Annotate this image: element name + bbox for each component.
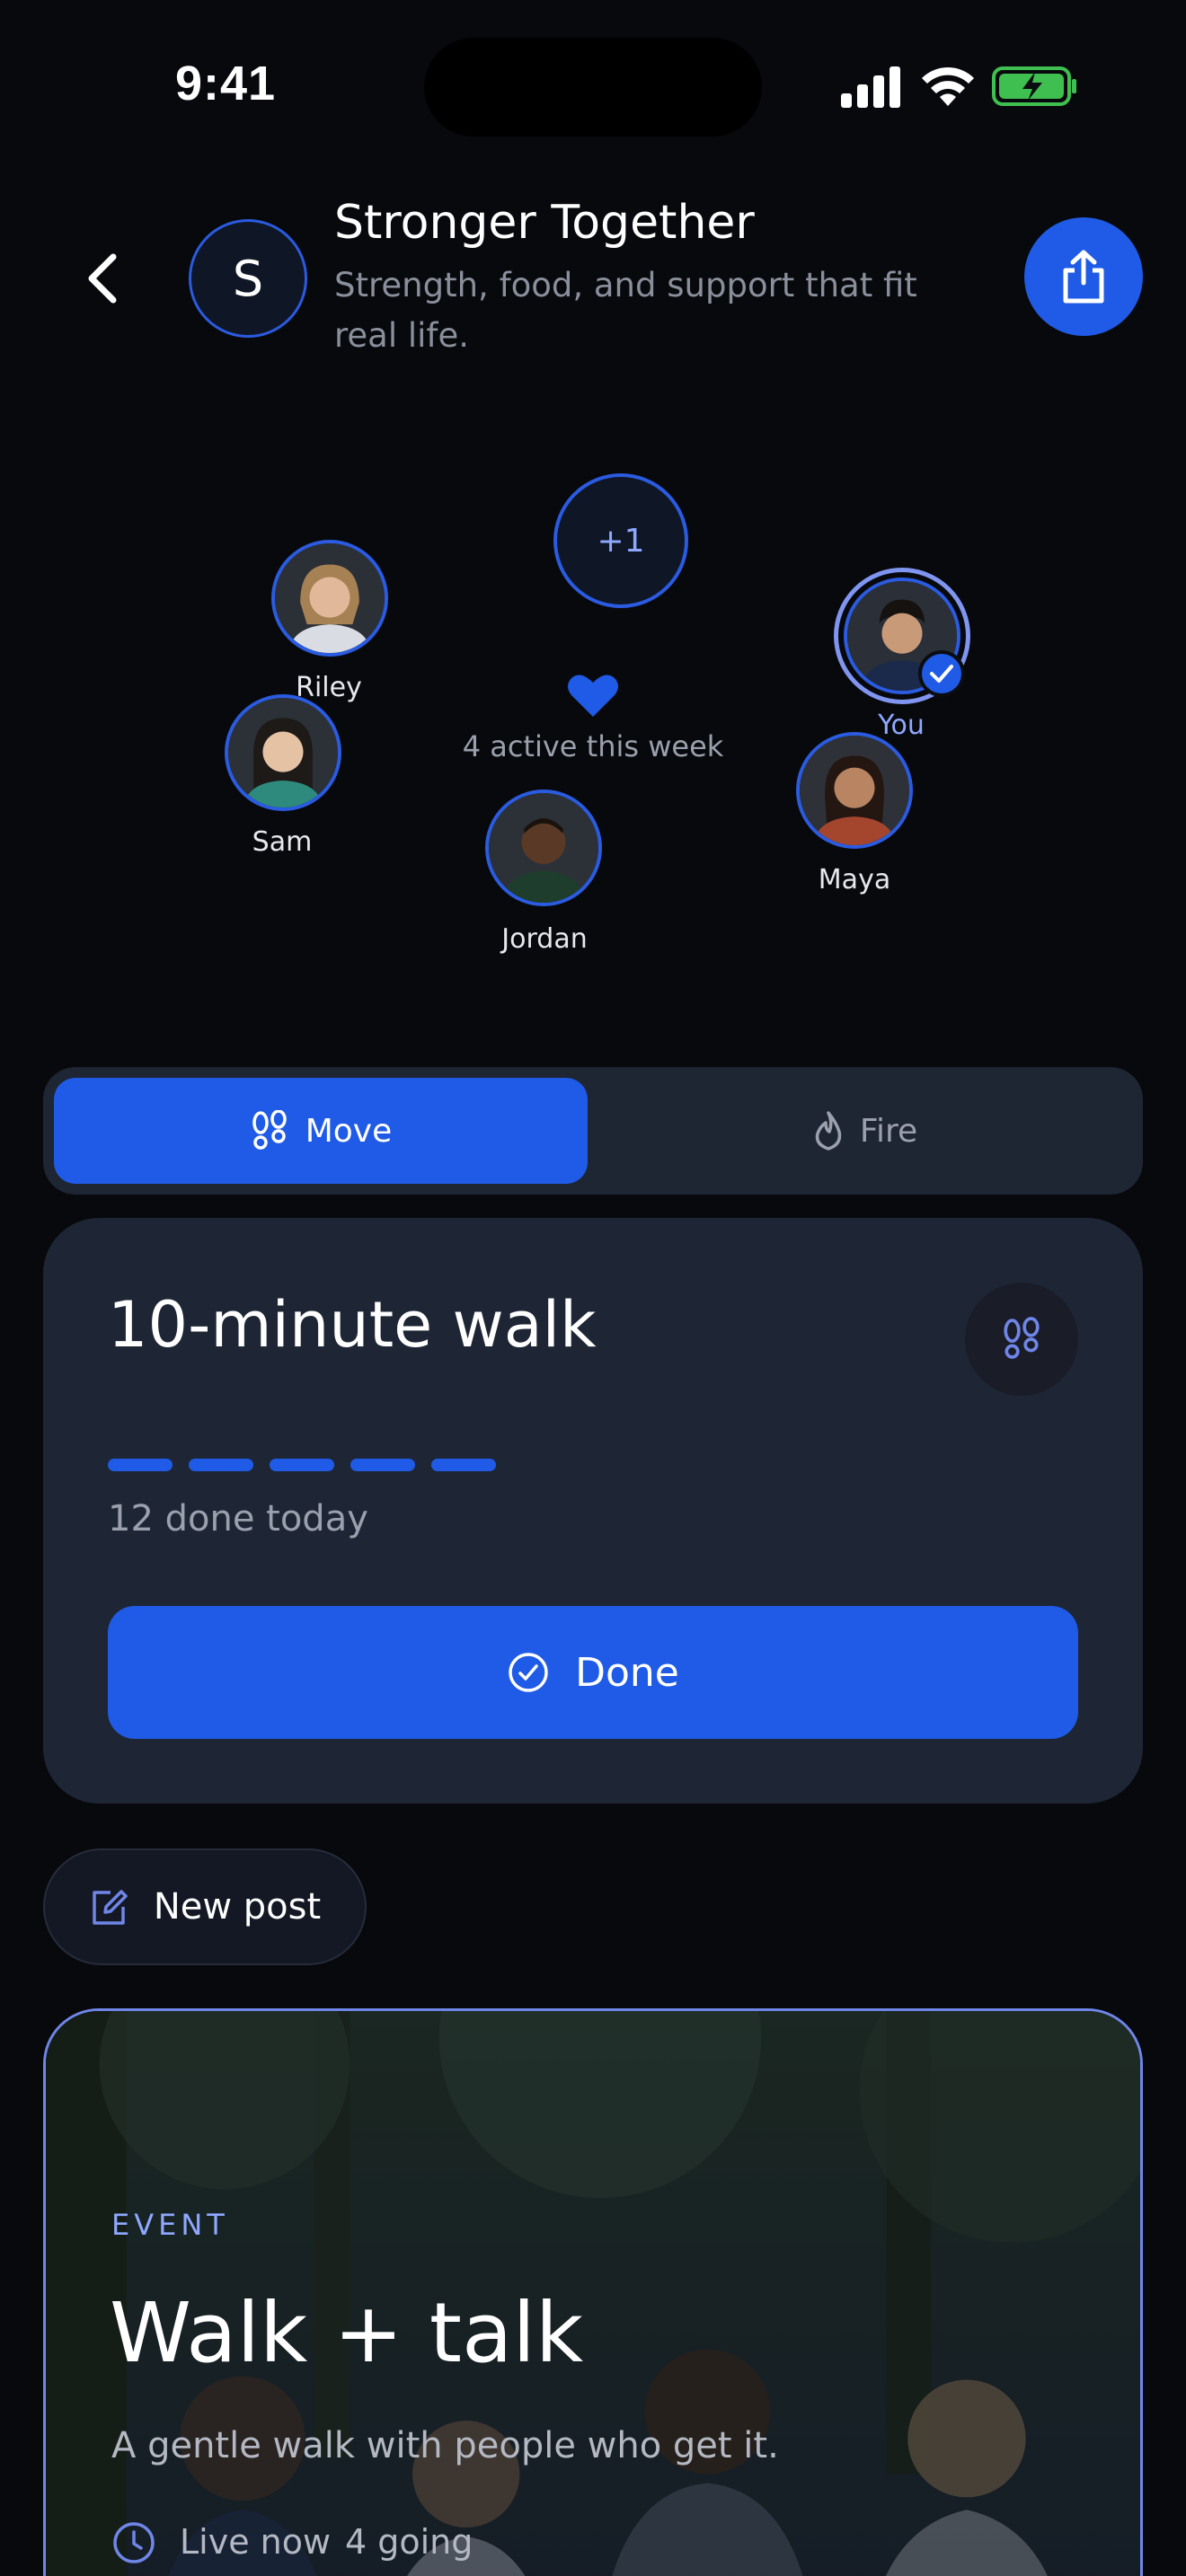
activity-title: 10-minute walk — [108, 1288, 597, 1362]
cellular-signal-icon — [841, 66, 900, 108]
wifi-icon — [922, 66, 974, 106]
progress-dash — [431, 1459, 496, 1471]
group-avatar[interactable]: S — [189, 219, 307, 338]
share-icon — [1063, 250, 1104, 304]
progress-dash — [189, 1459, 253, 1471]
heart-icon — [568, 675, 618, 717]
clock-icon — [113, 2522, 155, 2563]
dynamic-island — [424, 38, 762, 137]
new-post-label: New post — [153, 1886, 322, 1928]
member-name-sam: Sam — [252, 826, 313, 858]
avatar-maya — [800, 736, 909, 845]
check-circle-icon — [509, 1653, 548, 1692]
active-members-text: 4 active this week — [462, 729, 724, 763]
group-title: Stronger Together — [334, 196, 755, 250]
battery-charging-icon — [992, 66, 1076, 106]
avatar-riley — [275, 543, 385, 653]
member-avatar-maya[interactable] — [796, 732, 913, 849]
checkmark-icon — [930, 665, 953, 683]
member-name-maya: Maya — [818, 864, 891, 895]
group-subtitle: Strength, food, and support that fit rea… — [334, 266, 917, 355]
tab-fire-label: Fire — [859, 1112, 918, 1150]
activity-icon-badge — [965, 1283, 1078, 1396]
event-status: Live now — [180, 2522, 332, 2562]
new-post-button[interactable]: New post — [43, 1848, 367, 1965]
progress-dash — [350, 1459, 415, 1471]
progress-dash — [270, 1459, 334, 1471]
done-count-text: 12 done today — [108, 1498, 368, 1539]
member-name-you: You — [878, 710, 925, 741]
avatar-sam — [228, 698, 338, 807]
you-check-badge — [918, 650, 965, 697]
group-initial: S — [232, 250, 264, 307]
footprints-icon — [252, 1110, 287, 1150]
tab-move-label: Move — [305, 1112, 393, 1150]
member-name-jordan: Jordan — [501, 923, 588, 955]
progress-dash — [108, 1459, 173, 1471]
more-members-count: +1 — [597, 522, 645, 560]
compose-icon — [93, 1890, 128, 1925]
tab-fire[interactable]: Fire — [598, 1078, 1132, 1184]
event-type-label: EVENT — [111, 2208, 229, 2242]
event-subtitle: A gentle walk with people who get it. — [111, 2425, 779, 2466]
avatar-jordan — [489, 793, 598, 903]
member-avatar-sam[interactable] — [225, 694, 341, 811]
event-title: Walk + talk — [110, 2285, 584, 2381]
event-going-count: 4 going — [345, 2522, 474, 2562]
tab-move[interactable]: Move — [54, 1078, 588, 1184]
member-avatar-jordan[interactable] — [485, 790, 602, 906]
footprints-icon — [1004, 1317, 1040, 1359]
flame-icon — [815, 1111, 842, 1151]
back-button[interactable] — [74, 243, 131, 314]
done-button-label: Done — [575, 1649, 679, 1696]
chevron-left-icon — [88, 253, 117, 304]
more-members-bubble[interactable]: +1 — [553, 473, 688, 608]
share-button[interactable] — [1024, 217, 1143, 336]
member-avatar-riley[interactable] — [271, 540, 388, 657]
done-button[interactable]: Done — [108, 1606, 1078, 1739]
status-time: 9:41 — [175, 57, 277, 110]
